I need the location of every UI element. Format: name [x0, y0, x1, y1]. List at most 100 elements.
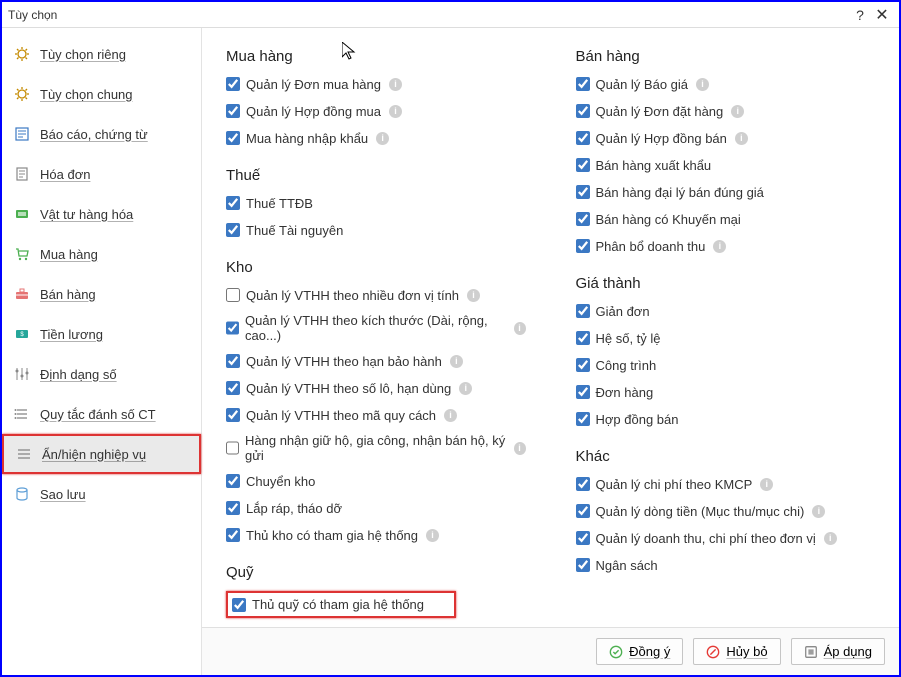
info-icon[interactable]: i	[467, 289, 480, 302]
option-checkbox[interactable]	[226, 196, 240, 210]
option-checkbox[interactable]	[576, 477, 590, 491]
info-icon[interactable]: i	[376, 132, 389, 145]
option-label[interactable]: Hàng nhận giữ hộ, gia công, nhận bán hộ,…	[245, 433, 506, 463]
option-label[interactable]: Thuế Tài nguyên	[246, 223, 343, 238]
option-label[interactable]: Hệ số, tỷ lệ	[596, 331, 661, 346]
info-icon[interactable]: i	[824, 532, 837, 545]
option-label[interactable]: Quản lý Hợp đồng bán	[596, 131, 727, 146]
option-label[interactable]: Ngân sách	[596, 558, 658, 573]
sidebar-item-0[interactable]: Tùy chọn riêng	[2, 34, 201, 74]
option-checkbox[interactable]	[576, 77, 590, 91]
option-label[interactable]: Bán hàng xuất khẩu	[596, 158, 712, 173]
option-label[interactable]: Mua hàng nhập khẩu	[246, 131, 368, 146]
info-icon[interactable]: i	[459, 382, 472, 395]
option-checkbox[interactable]	[226, 223, 240, 237]
option-checkbox[interactable]	[576, 504, 590, 518]
option-label[interactable]: Phân bổ doanh thu	[596, 239, 706, 254]
option-checkbox[interactable]	[226, 381, 240, 395]
option-checkbox[interactable]	[226, 354, 240, 368]
help-button[interactable]: ?	[849, 4, 871, 26]
option-checkbox[interactable]	[226, 528, 240, 542]
info-icon[interactable]: i	[444, 409, 457, 422]
option-checkbox[interactable]	[226, 501, 240, 515]
close-button[interactable]: ✕	[871, 4, 893, 26]
sidebar-item-2[interactable]: Báo cáo, chứng từ	[2, 114, 201, 154]
info-icon[interactable]: i	[812, 505, 825, 518]
sidebar-item-11[interactable]: Sao lưu	[2, 474, 201, 514]
option-label[interactable]: Quản lý doanh thu, chi phí theo đơn vị	[596, 531, 816, 546]
option-label[interactable]: Quản lý dòng tiền (Mục thu/mục chi)	[596, 504, 805, 519]
sidebar-item-4[interactable]: Vật tư hàng hóa	[2, 194, 201, 234]
sidebar-item-10[interactable]: Ẩn/hiện nghiệp vụ	[2, 434, 201, 474]
option-label[interactable]: Thủ quỹ có tham gia hệ thống	[252, 597, 424, 612]
option-checkbox[interactable]	[576, 239, 590, 253]
option-checkbox[interactable]	[576, 185, 590, 199]
info-icon[interactable]: i	[514, 442, 526, 455]
info-icon[interactable]: i	[713, 240, 726, 253]
option-checkbox[interactable]	[226, 441, 239, 455]
option-checkbox[interactable]	[576, 158, 590, 172]
sidebar-item-1[interactable]: Tùy chọn chung	[2, 74, 201, 114]
info-icon[interactable]: i	[426, 529, 439, 542]
option-row: Quản lý dòng tiền (Mục thu/mục chi) i	[576, 502, 876, 520]
option-checkbox[interactable]	[226, 408, 240, 422]
info-icon[interactable]: i	[389, 105, 402, 118]
ok-button[interactable]: Đồng ý	[596, 638, 683, 665]
option-checkbox[interactable]	[226, 77, 240, 91]
option-label[interactable]: Lắp ráp, tháo dỡ	[246, 501, 342, 516]
option-checkbox[interactable]	[576, 104, 590, 118]
option-checkbox[interactable]	[576, 358, 590, 372]
apply-button[interactable]: Áp dụng	[791, 638, 885, 665]
option-checkbox[interactable]	[576, 212, 590, 226]
option-label[interactable]: Giản đơn	[596, 304, 650, 319]
option-label[interactable]: Quản lý chi phí theo KMCP	[596, 477, 753, 492]
option-checkbox[interactable]	[576, 412, 590, 426]
option-label[interactable]: Quản lý Báo giá	[596, 77, 689, 92]
option-label[interactable]: Quản lý VTHH theo số lô, hạn dùng	[246, 381, 451, 396]
info-icon[interactable]: i	[514, 322, 526, 335]
option-checkbox[interactable]	[232, 598, 246, 612]
option-checkbox[interactable]	[576, 531, 590, 545]
info-icon[interactable]: i	[389, 78, 402, 91]
option-label[interactable]: Bán hàng có Khuyến mại	[596, 212, 741, 227]
option-label[interactable]: Quản lý VTHH theo kích thước (Dài, rộng,…	[245, 313, 506, 343]
info-icon[interactable]: i	[731, 105, 744, 118]
option-checkbox[interactable]	[576, 131, 590, 145]
info-icon[interactable]: i	[735, 132, 748, 145]
sidebar-item-6[interactable]: Bán hàng	[2, 274, 201, 314]
option-label[interactable]: Thuế TTĐB	[246, 196, 313, 211]
option-checkbox[interactable]	[576, 385, 590, 399]
sidebar-item-8[interactable]: Định dạng số	[2, 354, 201, 394]
info-icon[interactable]: i	[450, 355, 463, 368]
option-checkbox[interactable]	[576, 304, 590, 318]
option-checkbox[interactable]	[576, 558, 590, 572]
option-label[interactable]: Đơn hàng	[596, 385, 654, 400]
option-label[interactable]: Quản lý VTHH theo hạn bảo hành	[246, 354, 442, 369]
option-label[interactable]: Quản lý Đơn mua hàng	[246, 77, 381, 92]
option-checkbox[interactable]	[226, 131, 240, 145]
option-label[interactable]: Chuyển kho	[246, 474, 315, 489]
option-checkbox[interactable]	[226, 474, 240, 488]
sidebar-item-label: Bán hàng	[40, 287, 96, 302]
info-icon[interactable]: i	[760, 478, 773, 491]
option-label[interactable]: Bán hàng đại lý bán đúng giá	[596, 185, 764, 200]
sidebar-item-3[interactable]: Hóa đơn	[2, 154, 201, 194]
option-label[interactable]: Quản lý VTHH theo nhiều đơn vị tính	[246, 288, 459, 303]
option-checkbox[interactable]	[226, 104, 240, 118]
option-checkbox[interactable]	[226, 321, 239, 335]
option-label[interactable]: Quản lý Hợp đồng mua	[246, 104, 381, 119]
option-checkbox[interactable]	[576, 331, 590, 345]
sidebar-item-7[interactable]: $Tiền lương	[2, 314, 201, 354]
sidebar-item-9[interactable]: Quy tắc đánh số CT	[2, 394, 201, 434]
column-right: Bán hàngQuản lý Báo giáiQuản lý Đơn đặt …	[576, 48, 876, 627]
option-label[interactable]: Thủ kho có tham gia hệ thống	[246, 528, 418, 543]
info-icon[interactable]: i	[696, 78, 709, 91]
cancel-button[interactable]: Hủy bỏ	[693, 638, 780, 665]
option-checkbox[interactable]	[226, 288, 240, 302]
option-label[interactable]: Quản lý VTHH theo mã quy cách	[246, 408, 436, 423]
option-label[interactable]: Công trình	[596, 358, 657, 373]
sidebar-item-5[interactable]: Mua hàng	[2, 234, 201, 274]
option-label[interactable]: Quản lý Đơn đặt hàng	[596, 104, 724, 119]
option-label[interactable]: Hợp đồng bán	[596, 412, 679, 427]
content-scroll[interactable]: Mua hàngQuản lý Đơn mua hàngiQuản lý Hợp…	[202, 28, 899, 627]
